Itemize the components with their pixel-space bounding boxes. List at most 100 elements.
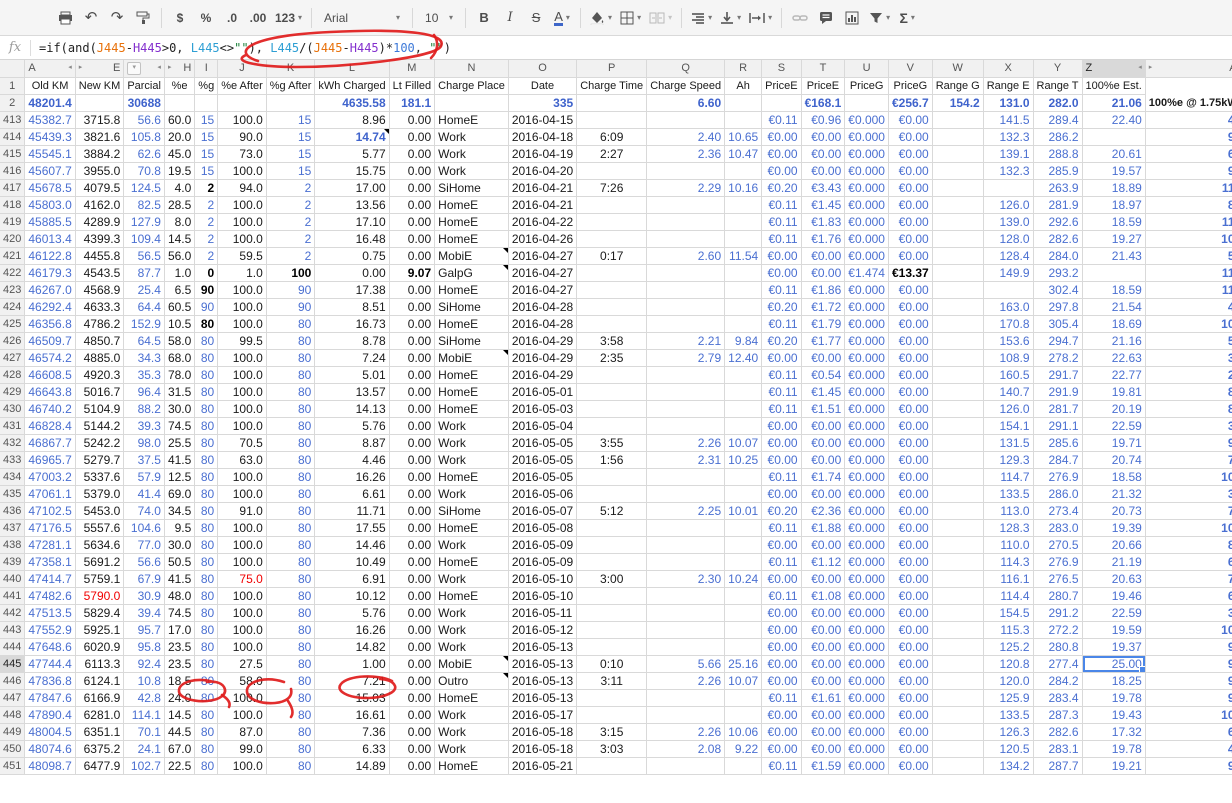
cell[interactable] xyxy=(932,179,983,196)
cell[interactable]: 294.7 xyxy=(1033,332,1082,349)
cell[interactable] xyxy=(577,587,647,604)
total-cell[interactable]: 131.0 xyxy=(983,94,1033,111)
cell[interactable]: 80 xyxy=(266,587,315,604)
cell[interactable]: 96.4 xyxy=(124,383,165,400)
cell[interactable]: 47414.7 xyxy=(25,570,75,587)
print-icon[interactable] xyxy=(53,6,77,30)
cell[interactable]: €0.11 xyxy=(762,553,801,570)
cell[interactable]: 6020.9 xyxy=(75,638,124,655)
row-header-433[interactable]: 433 xyxy=(0,451,25,468)
cell[interactable] xyxy=(983,179,1033,196)
cell[interactable]: 11.6 xyxy=(1145,179,1232,196)
cell[interactable]: 2.36 xyxy=(647,145,725,162)
cell[interactable]: 30.0 xyxy=(164,536,194,553)
cell[interactable]: €0.11 xyxy=(762,366,801,383)
row-header-427[interactable]: 427 xyxy=(0,349,25,366)
cell[interactable]: 2016-05-05 xyxy=(508,468,576,485)
cell[interactable]: 87.7 xyxy=(124,264,165,281)
cell[interactable]: 2016-05-07 xyxy=(508,502,576,519)
row-header-450[interactable]: 450 xyxy=(0,740,25,757)
cell[interactable]: 8.4 xyxy=(1145,400,1232,417)
cell[interactable]: 0.00 xyxy=(389,638,435,655)
cell[interactable]: 80 xyxy=(195,638,218,655)
cell[interactable]: €0.00 xyxy=(801,706,845,723)
cell[interactable]: €0.00 xyxy=(888,298,932,315)
cell[interactable] xyxy=(932,349,983,366)
cell[interactable]: 100.0 xyxy=(218,315,267,332)
cell[interactable]: 11.71 xyxy=(315,502,389,519)
cell[interactable] xyxy=(647,417,725,434)
row-header-430[interactable]: 430 xyxy=(0,400,25,417)
select-all-corner[interactable] xyxy=(0,60,25,77)
cell[interactable] xyxy=(932,587,983,604)
row-header-426[interactable]: 426 xyxy=(0,332,25,349)
cell[interactable]: 80 xyxy=(266,332,315,349)
cell[interactable]: 2.26 xyxy=(647,434,725,451)
cell[interactable]: 12.5 xyxy=(164,468,194,485)
cell[interactable] xyxy=(577,519,647,536)
cell[interactable]: 19.46 xyxy=(1082,587,1145,604)
cell[interactable]: €0.000 xyxy=(845,485,889,502)
cell[interactable]: €0.00 xyxy=(888,383,932,400)
cell[interactable]: HomeE xyxy=(435,111,509,128)
cell[interactable]: HomeE xyxy=(435,468,509,485)
cell[interactable]: 131.5 xyxy=(983,434,1033,451)
cell[interactable]: 46574.2 xyxy=(25,349,75,366)
cell[interactable]: €0.00 xyxy=(801,672,845,689)
cell[interactable]: €0.000 xyxy=(845,281,889,298)
cell[interactable]: 128.4 xyxy=(983,247,1033,264)
cell[interactable]: 10.8 xyxy=(124,672,165,689)
cell[interactable]: 15.75 xyxy=(315,162,389,179)
cell[interactable]: 282.6 xyxy=(1033,230,1082,247)
hidden-columns-left-arrow-icon[interactable]: ◂ xyxy=(1138,60,1142,76)
total-cell[interactable]: 335 xyxy=(508,94,576,111)
cell[interactable]: €0.11 xyxy=(762,468,801,485)
cell[interactable]: 263.9 xyxy=(1033,179,1082,196)
cell[interactable]: 80 xyxy=(266,315,315,332)
column-header-Y[interactable]: Y xyxy=(1033,60,1082,77)
cell[interactable]: 163.0 xyxy=(983,298,1033,315)
cell[interactable]: 90 xyxy=(266,298,315,315)
cell[interactable] xyxy=(725,400,762,417)
cell[interactable]: 5104.9 xyxy=(75,400,124,417)
cell[interactable]: 20.0 xyxy=(164,128,194,145)
cell[interactable]: 74.5 xyxy=(164,417,194,434)
cell[interactable] xyxy=(932,468,983,485)
cell[interactable]: 133.5 xyxy=(983,706,1033,723)
cell[interactable]: €0.00 xyxy=(801,128,845,145)
cell[interactable]: 63.0 xyxy=(218,451,267,468)
column-header-S[interactable]: S xyxy=(762,60,801,77)
cell[interactable]: 80 xyxy=(195,400,218,417)
cell[interactable]: 4920.3 xyxy=(75,366,124,383)
column-title[interactable]: PriceE xyxy=(762,77,801,94)
cell[interactable]: 3884.2 xyxy=(75,145,124,162)
hidden-columns-right-arrow-icon[interactable]: ▸ xyxy=(168,60,172,76)
cell[interactable]: 56.5 xyxy=(124,247,165,264)
row-header-421[interactable]: 421 xyxy=(0,247,25,264)
cell[interactable]: 2016-05-01 xyxy=(508,383,576,400)
cell[interactable]: €0.00 xyxy=(888,740,932,757)
column-title[interactable]: Charge Place xyxy=(435,77,509,94)
cell[interactable]: 114.7 xyxy=(983,468,1033,485)
cell[interactable] xyxy=(647,111,725,128)
cell[interactable]: SiHome xyxy=(435,179,509,196)
cell[interactable]: 80 xyxy=(266,383,315,400)
cell[interactable]: 1.0 xyxy=(218,264,267,281)
cell[interactable]: €0.00 xyxy=(888,366,932,383)
cell[interactable]: €0.00 xyxy=(888,145,932,162)
cell[interactable]: 45545.1 xyxy=(25,145,75,162)
total-cell[interactable]: 30688 xyxy=(124,94,165,111)
cell[interactable]: 2016-04-26 xyxy=(508,230,576,247)
cell[interactable]: 18.5 xyxy=(164,672,194,689)
cell[interactable]: 45382.7 xyxy=(25,111,75,128)
cell[interactable]: 12.40 xyxy=(725,349,762,366)
increase-decimals-button[interactable]: .00 xyxy=(246,6,270,30)
cell[interactable]: €0.00 xyxy=(888,434,932,451)
cell[interactable]: 2 xyxy=(195,230,218,247)
cell[interactable]: 7.36 xyxy=(315,723,389,740)
cell[interactable]: 3.7 xyxy=(1145,485,1232,502)
cell[interactable]: 64.5 xyxy=(124,332,165,349)
cell[interactable]: €0.00 xyxy=(801,451,845,468)
cell[interactable]: €0.00 xyxy=(888,315,932,332)
cell[interactable]: 9.7 xyxy=(1145,162,1232,179)
